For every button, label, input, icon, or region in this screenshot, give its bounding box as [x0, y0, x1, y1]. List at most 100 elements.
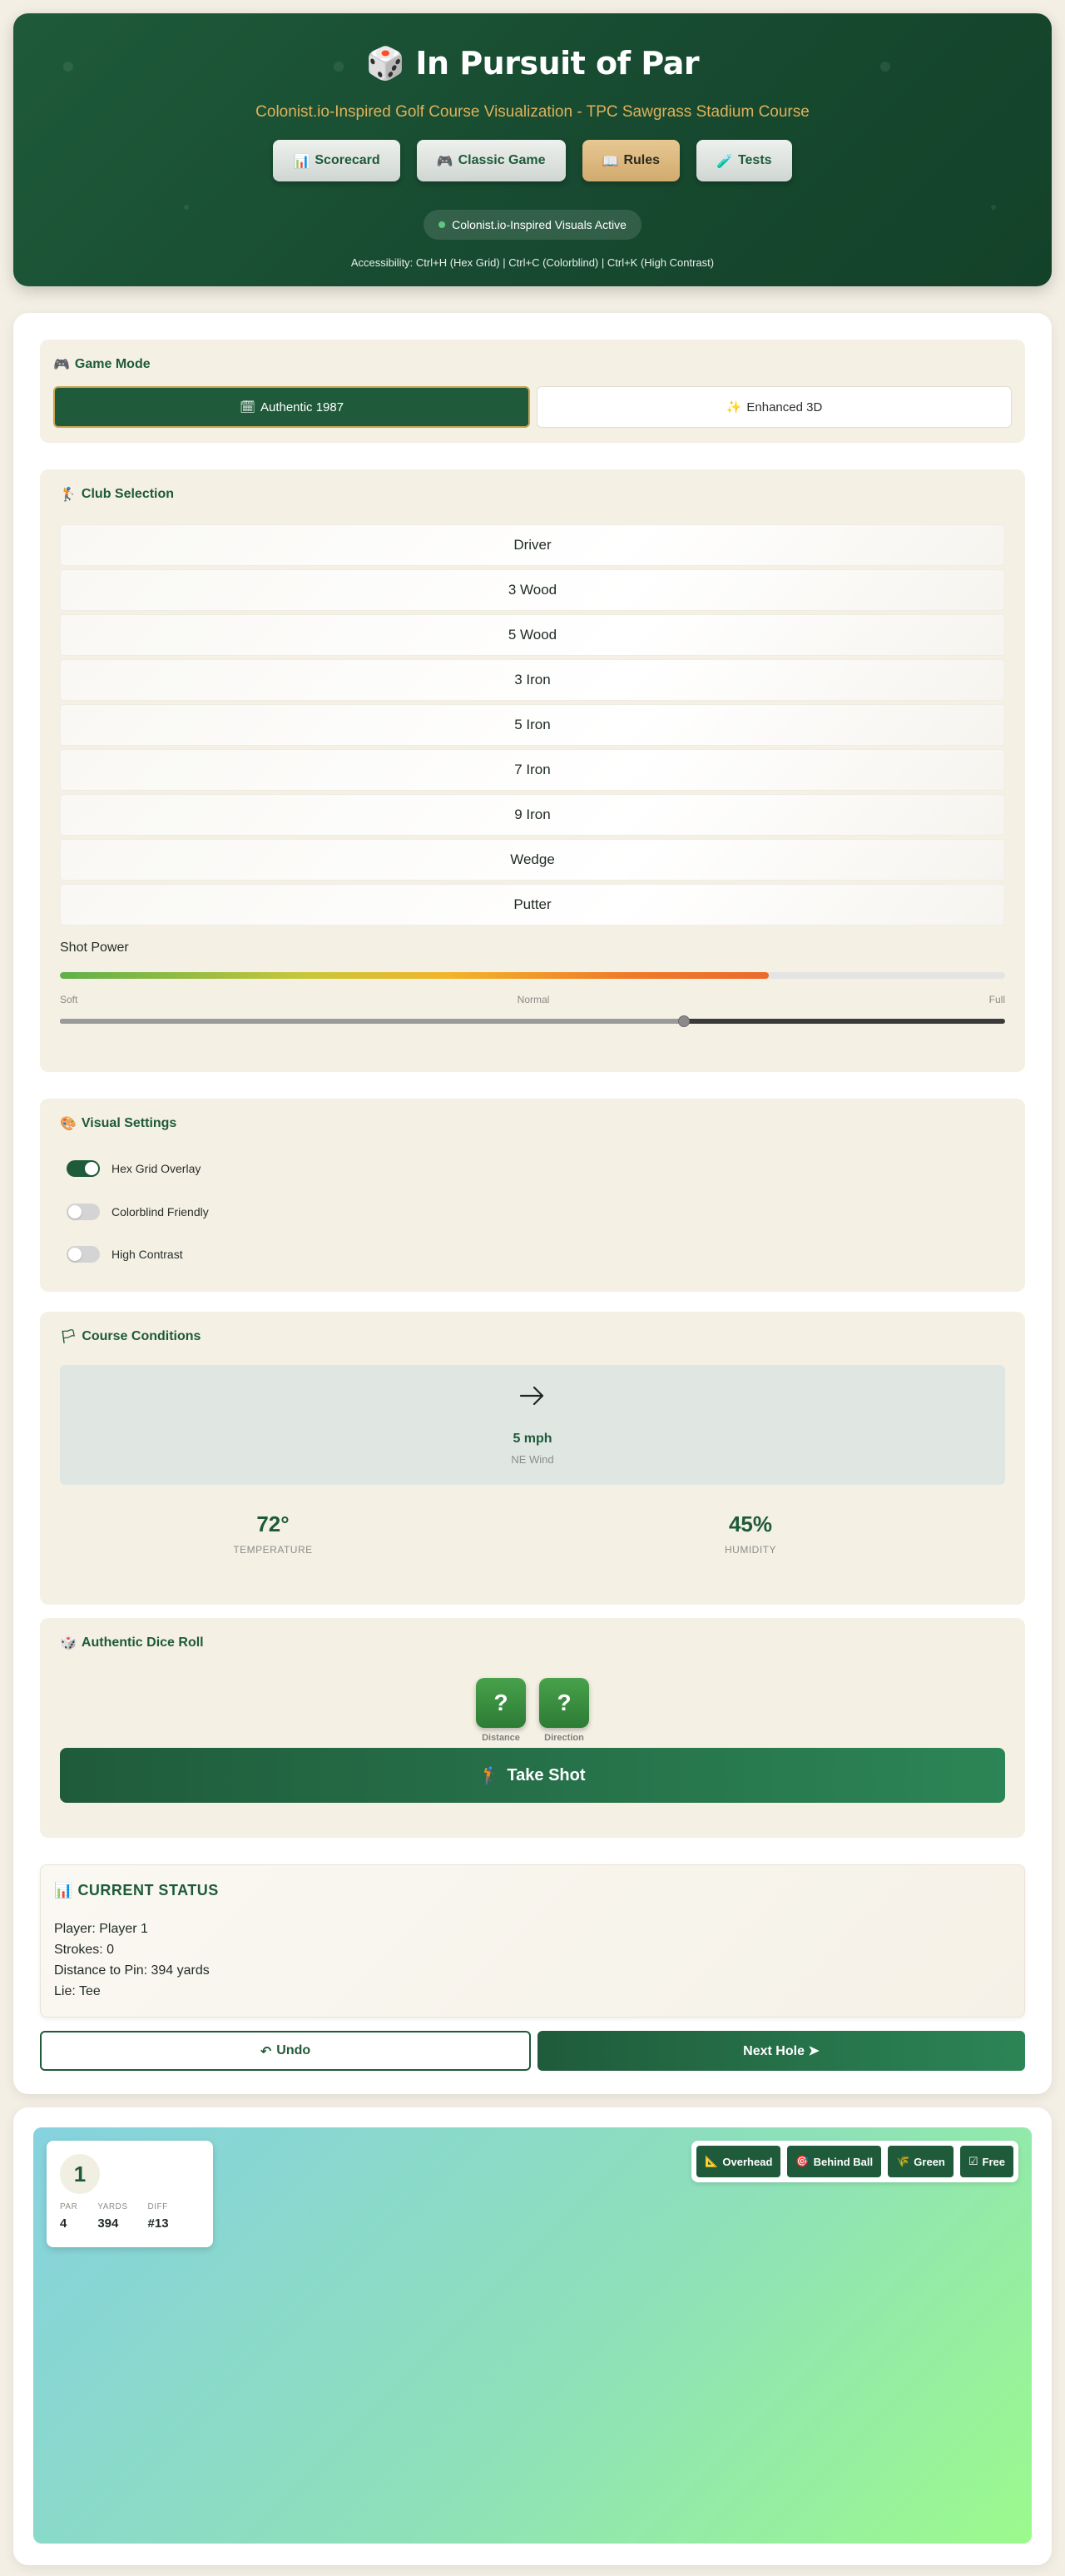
wind-direction: NE Wind [511, 1453, 554, 1466]
humidity-label: HUMIDITY [725, 1544, 776, 1556]
dice-icon: 🎲 [60, 1635, 77, 1650]
temperature-stat: 72° TEMPERATURE [148, 1511, 398, 1556]
bar-chart-icon: 📊 [293, 152, 310, 169]
checkbox-icon: ☑ [968, 2155, 978, 2168]
decorative-dot [991, 205, 996, 210]
hole-stats: PAR 4 YARDS 394 DIFF #13 [60, 2202, 169, 2231]
direction-die-face: ? [539, 1678, 589, 1728]
dice-icon: 🎲 [365, 45, 405, 82]
visuals-status-badge: Colonist.io-Inspired Visuals Active [424, 210, 641, 240]
book-icon: 📖 [602, 152, 619, 169]
club-option-5-iron[interactable]: 5 Iron [60, 704, 1005, 746]
club-selection-card: 🏌 Club Selection Driver 3 Wood 5 Wood 3 … [40, 469, 1025, 1072]
hole-par-label: PAR [60, 2202, 78, 2211]
club-option-driver[interactable]: Driver [60, 524, 1005, 566]
current-status-title-text: CURRENT STATUS [77, 1882, 219, 1898]
undo-label: Undo [276, 2043, 311, 2057]
club-option-wedge[interactable]: Wedge [60, 839, 1005, 881]
colorblind-label: Colorblind Friendly [111, 1205, 209, 1219]
undo-icon: ↶ [260, 2042, 272, 2059]
dice-row: ? Distance ? Direction [40, 1678, 1025, 1743]
power-scale-normal: Normal [517, 994, 550, 1005]
hole-par: PAR 4 [60, 2202, 77, 2231]
humidity-stat: 45% HUMIDITY [626, 1511, 875, 1556]
classic-game-button[interactable]: 🎮 Classic Game [416, 140, 566, 181]
power-scale-soft: Soft [60, 994, 78, 1005]
dice-roll-title: 🎲 Authentic Dice Roll [60, 1635, 204, 1650]
action-row: ↶ Undo Next Hole ➤ [40, 2031, 1025, 2071]
current-status-title: 📊 CURRENT STATUS [54, 1882, 219, 1899]
page-subtitle: Colonist.io-Inspired Golf Course Visuali… [255, 103, 810, 121]
dice-roll-title-text: Authentic Dice Roll [81, 1635, 204, 1650]
undo-button[interactable]: ↶ Undo [40, 2031, 531, 2071]
main-nav: 📊 Scorecard 🎮 Classic Game 📖 Rules 🧪 Tes… [13, 140, 1052, 181]
shot-power-slider[interactable] [60, 1015, 1005, 1027]
distance-die: ? Distance [476, 1678, 526, 1743]
camera-overhead-button[interactable]: 📐 Overhead [696, 2146, 781, 2177]
grass-icon: 🌾 [896, 2155, 910, 2168]
direction-die-label: Direction [544, 1733, 584, 1743]
mode-label: Authentic 1987 [260, 400, 344, 414]
scorecard-button[interactable]: 📊 Scorecard [273, 140, 400, 181]
wind-panel: 5 mph NE Wind [60, 1365, 1005, 1485]
hex-grid-label: Hex Grid Overlay [111, 1162, 201, 1175]
visuals-status-text: Colonist.io-Inspired Visuals Active [452, 218, 627, 231]
next-hole-button[interactable]: Next Hole ➤ [537, 2031, 1025, 2071]
golfer-icon: 🏌 [479, 1765, 501, 1785]
classic-game-label: Classic Game [458, 153, 546, 167]
game-mode-options: 🗓 Authentic 1987 ✨ Enhanced 3D [53, 386, 1012, 428]
test-tube-icon: 🧪 [716, 152, 733, 169]
palette-icon: 🎨 [60, 1115, 77, 1131]
game-mode-title: 🎮 Game Mode [53, 356, 151, 372]
camera-green-label: Green [914, 2155, 945, 2168]
camera-overhead-label: Overhead [722, 2155, 773, 2168]
club-option-putter[interactable]: Putter [60, 884, 1005, 926]
visual-settings-title-text: Visual Settings [81, 1115, 177, 1130]
gamepad-icon: 🎮 [53, 356, 70, 372]
camera-behind-ball-label: Behind Ball [813, 2155, 874, 2168]
hole-info-card: 1 PAR 4 YARDS 394 DIFF #13 [47, 2141, 213, 2247]
gamepad-icon: 🎮 [436, 152, 453, 169]
distance-die-face: ? [476, 1678, 526, 1728]
club-list: Driver 3 Wood 5 Wood 3 Iron 5 Iron 7 Iro… [60, 524, 1005, 929]
colorblind-setting: Colorblind Friendly [67, 1204, 209, 1220]
high-contrast-setting: High Contrast [67, 1246, 183, 1263]
triangle-ruler-icon: 📐 [705, 2155, 719, 2168]
take-shot-label: Take Shot [507, 1765, 586, 1784]
camera-free-button[interactable]: ☑ Free [959, 2146, 1013, 2177]
high-contrast-toggle[interactable] [67, 1246, 100, 1263]
club-option-3-wood[interactable]: 3 Wood [60, 569, 1005, 611]
camera-free-label: Free [982, 2155, 1005, 2168]
club-option-7-iron[interactable]: 7 Iron [60, 749, 1005, 791]
club-option-3-iron[interactable]: 3 Iron [60, 659, 1005, 701]
high-contrast-label: High Contrast [111, 1248, 183, 1261]
target-icon: 🎯 [795, 2155, 810, 2168]
hole-yards-value: 394 [97, 2216, 119, 2231]
camera-behind-ball-button[interactable]: 🎯 Behind Ball [787, 2146, 882, 2177]
course-map[interactable]: 1 PAR 4 YARDS 394 DIFF #13 📐 Overhead 🎯 … [33, 2127, 1032, 2544]
mode-enhanced-3d-button[interactable]: ✨ Enhanced 3D [537, 386, 1012, 428]
club-option-5-wood[interactable]: 5 Wood [60, 614, 1005, 656]
page-title: 🎲 In Pursuit of Par [13, 45, 1052, 82]
hex-grid-toggle[interactable] [67, 1160, 100, 1177]
direction-die: ? Direction [539, 1678, 589, 1743]
rules-label: Rules [623, 153, 661, 167]
colorblind-toggle[interactable] [67, 1204, 100, 1220]
humidity-value: 45% [728, 1511, 773, 1536]
tests-button[interactable]: 🧪 Tests [696, 140, 792, 181]
status-lines: Player: Player 1 Strokes: 0 Distance to … [54, 1918, 210, 2002]
rules-button[interactable]: 📖 Rules [582, 140, 681, 181]
slider-thumb[interactable] [677, 1015, 690, 1027]
mode-authentic-1987-button[interactable]: 🗓 Authentic 1987 [53, 386, 530, 428]
camera-green-button[interactable]: 🌾 Green [888, 2146, 954, 2177]
flag-icon: 🏳 [60, 1328, 77, 1344]
take-shot-button[interactable]: 🏌 Take Shot [60, 1748, 1005, 1803]
status-strokes: Strokes: 0 [54, 1943, 115, 1957]
wind-speed: 5 mph [513, 1432, 552, 1446]
club-selection-title-text: Club Selection [81, 486, 175, 501]
next-hole-label: Next Hole ➤ [743, 2044, 820, 2058]
hole-yards: YARDS 394 [97, 2202, 127, 2231]
shot-power-label: Shot Power [60, 941, 129, 955]
current-status-card: 📊 CURRENT STATUS Player: Player 1 Stroke… [40, 1864, 1025, 2018]
club-option-9-iron[interactable]: 9 Iron [60, 794, 1005, 836]
